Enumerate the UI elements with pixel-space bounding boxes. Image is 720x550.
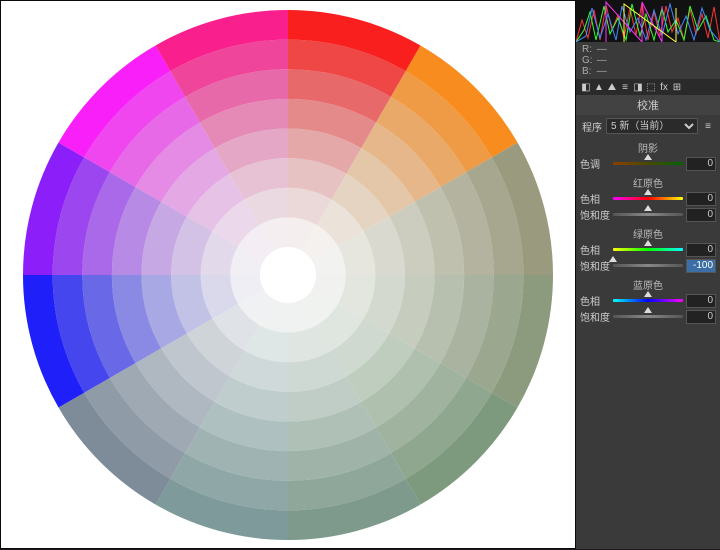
panel-title: 校准: [576, 95, 720, 115]
green-sat-label: 饱和度: [580, 258, 610, 273]
green-hue-label: 色相: [580, 242, 610, 257]
blue-sat-slider[interactable]: [613, 310, 683, 324]
red-hue-slider[interactable]: [613, 192, 683, 206]
blue-sat-value[interactable]: 0: [686, 310, 716, 324]
side-panel: R: — G: — B: — ◧ ▲ ⛰ ≡ ◨ ⬚ fx ⊞ 校准 程序 5 …: [576, 0, 720, 549]
shadow-tint-label: 色调: [580, 156, 610, 171]
shadow-tint-slider[interactable]: [613, 157, 683, 171]
r-label: R:: [582, 44, 594, 55]
preset-label: 程序: [582, 119, 602, 134]
red-hue-label: 色相: [580, 191, 610, 206]
tab-crop-icon[interactable]: ◧: [580, 81, 592, 93]
green-hue-slider[interactable]: [613, 243, 683, 257]
green-hue-value[interactable]: 0: [686, 243, 716, 257]
r-value: —: [597, 44, 609, 55]
preview-area: [0, 0, 576, 549]
tab-fx-icon[interactable]: fx: [658, 81, 670, 93]
histogram[interactable]: [576, 0, 720, 42]
blue-hue-slider[interactable]: [613, 294, 683, 308]
green-sat-slider[interactable]: [613, 259, 683, 273]
b-label: B:: [582, 66, 594, 77]
red-sat-slider[interactable]: [613, 208, 683, 222]
tab-detail-icon[interactable]: ⛰: [606, 81, 618, 93]
green-sat-value[interactable]: -100: [686, 259, 716, 273]
rgb-readout: R: — G: — B: —: [576, 42, 720, 79]
tab-lens-icon[interactable]: ⬚: [645, 81, 657, 93]
section-shadow: 阴影 色调 0: [576, 137, 720, 172]
preset-row: 程序 5 新（当前） ≡: [576, 115, 720, 137]
preset-menu-icon[interactable]: ≡: [702, 121, 714, 132]
blue-hue-value[interactable]: 0: [686, 294, 716, 308]
section-green: 绿原色 色相 0 饱和度 -100: [576, 223, 720, 274]
blue-hue-label: 色相: [580, 293, 610, 308]
color-wheel: [18, 5, 558, 545]
red-sat-label: 饱和度: [580, 207, 610, 222]
g-label: G:: [582, 55, 594, 66]
tab-tone-icon[interactable]: ▲: [593, 81, 605, 93]
b-value: —: [597, 66, 609, 77]
section-blue: 蓝原色 色相 0 饱和度 0: [576, 274, 720, 325]
blue-sat-label: 饱和度: [580, 309, 610, 324]
shadow-tint-value[interactable]: 0: [686, 157, 716, 171]
g-value: —: [597, 55, 609, 66]
red-hue-value[interactable]: 0: [686, 192, 716, 206]
tab-split-icon[interactable]: ◨: [632, 81, 644, 93]
preset-select[interactable]: 5 新（当前）: [606, 118, 698, 134]
tab-hsl-icon[interactable]: ≡: [619, 81, 631, 93]
red-sat-value[interactable]: 0: [686, 208, 716, 222]
section-red: 红原色 色相 0 饱和度 0: [576, 172, 720, 223]
panel-tabs: ◧ ▲ ⛰ ≡ ◨ ⬚ fx ⊞: [576, 79, 720, 95]
tab-calibrate-icon[interactable]: ⊞: [671, 81, 683, 93]
